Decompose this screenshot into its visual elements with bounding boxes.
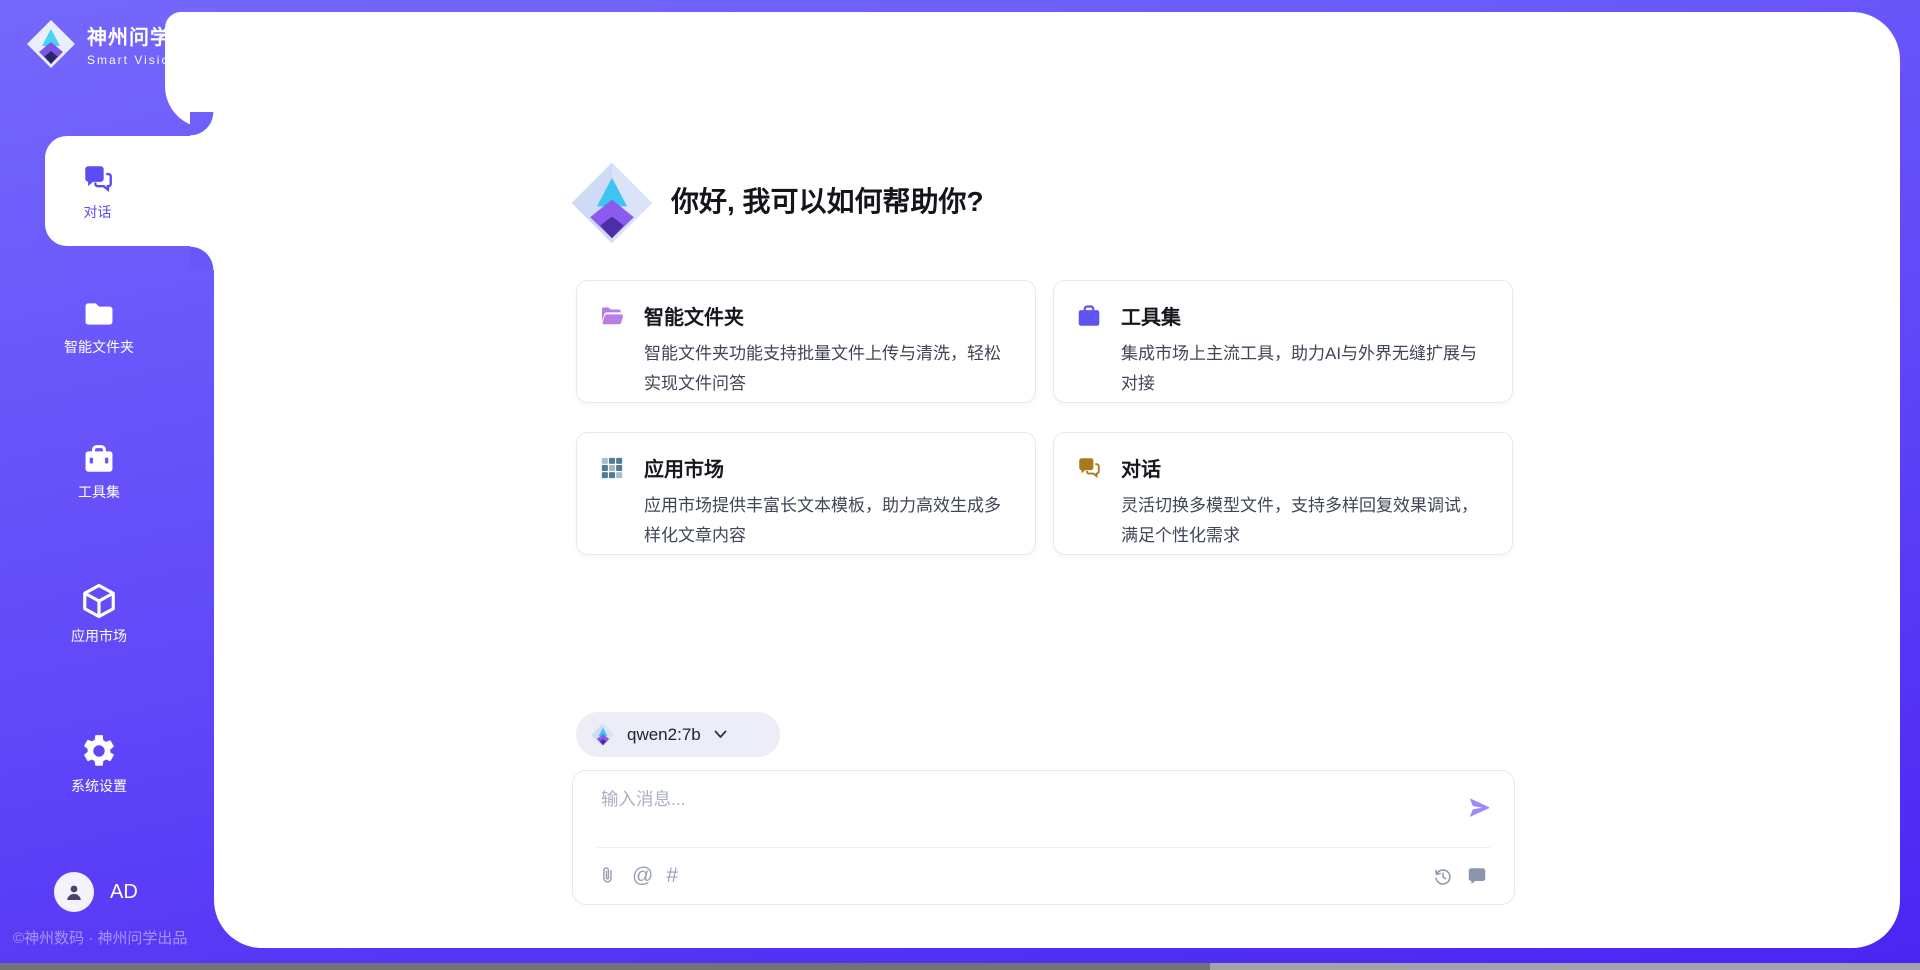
- briefcase-icon: [82, 442, 116, 476]
- sidebar-item-smart-folders[interactable]: 智能文件夹: [0, 297, 214, 361]
- chat-bubble-icon[interactable]: [1466, 865, 1488, 887]
- sidebar-item-label: 系统设置: [71, 779, 127, 794]
- tab-curve-top: [190, 112, 214, 136]
- chevron-down-icon: [714, 730, 727, 739]
- composer-tools-left: @ #: [597, 865, 678, 887]
- scrollbar-thumb[interactable]: [0, 963, 1210, 970]
- sidebar: 神州问学 Smart Vision 对话 智能文件夹 工具集 应用市场 系统设置: [0, 0, 214, 970]
- user-account[interactable]: AD: [54, 872, 138, 912]
- sidebar-item-label: 对话: [84, 205, 112, 220]
- card-description: 灵活切换多模型文件，支持多样回复效果调试，满足个性化需求: [1121, 491, 1494, 551]
- card-head: 智能文件夹: [599, 301, 1015, 330]
- card-title: 智能文件夹: [644, 301, 744, 330]
- model-name: qwen2:7b: [627, 725, 701, 745]
- history-icon[interactable]: [1432, 866, 1453, 887]
- message-composer: @ #: [572, 770, 1515, 905]
- welcome-diamond-logo: [570, 161, 654, 245]
- card-title: 对话: [1121, 453, 1161, 482]
- avatar: [54, 872, 94, 912]
- attachment-icon[interactable]: [597, 865, 619, 887]
- card-head: 应用市场: [599, 453, 1015, 482]
- model-diamond-icon: [591, 723, 615, 747]
- app-grid-icon: [599, 455, 625, 481]
- card-head: 对话: [1076, 453, 1492, 482]
- model-selector[interactable]: qwen2:7b: [576, 712, 780, 757]
- mention-icon[interactable]: @: [632, 865, 653, 887]
- gear-icon: [80, 732, 118, 770]
- folder-icon: [82, 297, 116, 331]
- feature-card-smart-folders[interactable]: 智能文件夹 智能文件夹功能支持批量文件上传与清洗，轻松实现文件问答: [576, 280, 1036, 403]
- chat-icon: [81, 162, 115, 196]
- copyright-text: ©神州数码 · 神州问学出品: [13, 927, 187, 948]
- composer-tools-right: [1432, 865, 1488, 887]
- brand-text: 神州问学 Smart Vision: [87, 21, 179, 67]
- sidebar-item-label: 应用市场: [71, 629, 127, 644]
- tab-curve-bottom: [190, 246, 214, 270]
- card-head: 工具集: [1076, 301, 1492, 330]
- message-input[interactable]: [601, 786, 1421, 838]
- send-icon[interactable]: [1466, 795, 1492, 821]
- greeting-heading: 你好, 我可以如何帮助你?: [671, 184, 984, 220]
- sidebar-item-label: 工具集: [78, 485, 120, 500]
- card-title: 工具集: [1121, 301, 1181, 330]
- horizontal-scrollbar[interactable]: [0, 963, 1920, 970]
- sidebar-item-app-market[interactable]: 应用市场: [0, 582, 214, 646]
- brand-logo: 神州问学 Smart Vision: [26, 18, 179, 70]
- app-window: 神州问学 Smart Vision 对话 智能文件夹 工具集 应用市场 系统设置: [0, 0, 1920, 970]
- hashtag-icon[interactable]: #: [666, 865, 678, 887]
- brand-title: 神州问学: [87, 21, 179, 50]
- card-description: 应用市场提供丰富长文本模板，助力高效生成多样化文章内容: [644, 491, 1017, 551]
- briefcase-icon: [1076, 303, 1102, 329]
- feature-card-app-market[interactable]: 应用市场 应用市场提供丰富长文本模板，助力高效生成多样化文章内容: [576, 432, 1036, 555]
- feature-card-chat[interactable]: 对话 灵活切换多模型文件，支持多样回复效果调试，满足个性化需求: [1053, 432, 1513, 555]
- card-description: 集成市场上主流工具，助力AI与外界无缝扩展与对接: [1121, 339, 1494, 399]
- brand-diamond-icon: [26, 18, 76, 70]
- chat-bubbles-icon: [1076, 455, 1102, 481]
- sidebar-item-toolset[interactable]: 工具集: [0, 442, 214, 506]
- sidebar-item-label: 智能文件夹: [64, 340, 134, 355]
- folder-open-icon: [599, 303, 625, 329]
- sidebar-item-system-settings[interactable]: 系统设置: [0, 732, 214, 796]
- sidebar-item-chat[interactable]: 对话: [45, 136, 214, 246]
- card-title: 应用市场: [644, 453, 724, 482]
- feature-cards: 智能文件夹 智能文件夹功能支持批量文件上传与清洗，轻松实现文件问答 工具集 集成…: [576, 280, 1513, 555]
- user-name: AD: [110, 881, 138, 904]
- brand-subtitle: Smart Vision: [87, 53, 179, 67]
- feature-card-toolset[interactable]: 工具集 集成市场上主流工具，助力AI与外界无缝扩展与对接: [1053, 280, 1513, 403]
- composer-toolbar: @ #: [597, 847, 1488, 905]
- person-icon: [62, 880, 86, 904]
- card-description: 智能文件夹功能支持批量文件上传与清洗，轻松实现文件问答: [644, 339, 1017, 399]
- cube-icon: [80, 582, 118, 620]
